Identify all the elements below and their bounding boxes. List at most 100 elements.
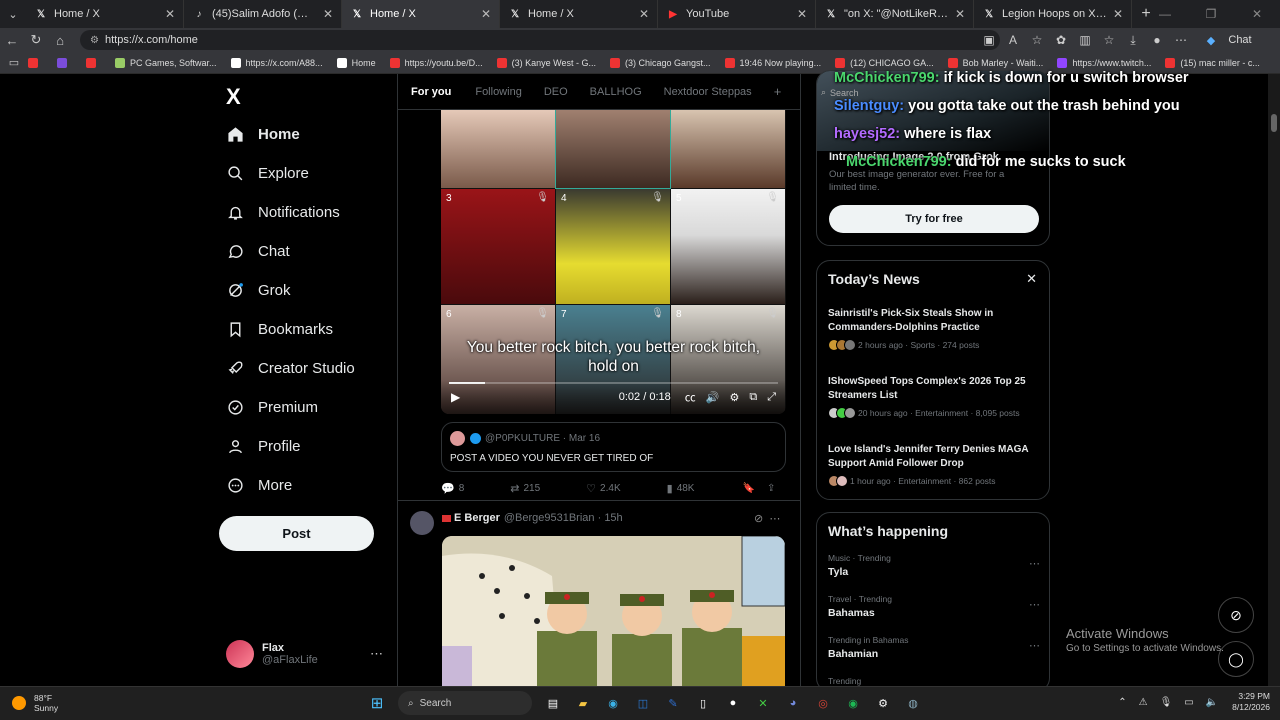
edge-browser-icon[interactable]: ◉	[602, 692, 624, 714]
browser-tab[interactable]: 𝕏 Legion Hoops on X: "Russell Westb... ✕	[974, 0, 1132, 28]
bookmark-item[interactable]: (12) CHICAGO GA...	[835, 57, 934, 68]
notepad-icon[interactable]: ▯	[692, 692, 714, 714]
mic-icon[interactable]: 🎙	[1160, 697, 1173, 708]
account-more-icon[interactable]: ⋯	[370, 646, 383, 662]
site-info-icon[interactable]: ⚙	[90, 35, 99, 46]
reply-button[interactable]: 💬 8	[441, 482, 464, 495]
close-icon[interactable]: ✕	[1026, 271, 1037, 287]
tab-deo[interactable]: DEO	[544, 86, 568, 98]
extensions-icon[interactable]: ✿	[1049, 33, 1073, 47]
account-switcher[interactable]: Flax @aFlaxLife	[226, 640, 318, 668]
trend-item[interactable]: Trending	[828, 676, 1040, 686]
captions-icon[interactable]: ㏄	[685, 389, 696, 405]
post-time[interactable]: · 15h	[598, 512, 623, 524]
reading-list-icon[interactable]: ▭	[0, 56, 28, 69]
clock[interactable]: 3:29 PM 8/12/2026	[1232, 691, 1270, 714]
nav-item-creator-studio[interactable]: Creator Studio	[226, 359, 355, 377]
avatar[interactable]	[410, 511, 434, 535]
author-handle[interactable]: @Berge9531Brian	[504, 512, 595, 524]
minimize-icon[interactable]: —	[1142, 7, 1188, 21]
app-icon[interactable]: ✎	[662, 692, 684, 714]
picture-in-picture-icon[interactable]: ⧉	[749, 391, 757, 404]
tab-for-you[interactable]: For you	[411, 86, 451, 98]
trend-more-icon[interactable]: ⋯	[1029, 598, 1040, 611]
nav-item-premium[interactable]: Premium	[226, 398, 318, 416]
bookmark-item[interactable]	[28, 57, 43, 68]
volume-icon[interactable]: 🔈	[1206, 697, 1218, 708]
steam-icon[interactable]: ◍	[902, 692, 924, 714]
like-button[interactable]: ♡ 2.4K	[586, 482, 620, 495]
obs-icon[interactable]: ●	[722, 692, 744, 714]
spotify-icon[interactable]: ◉	[842, 692, 864, 714]
trend-more-icon[interactable]: ⋯	[1029, 639, 1040, 652]
task-view-icon[interactable]: ▤	[542, 692, 564, 714]
author-name[interactable]: E Berger	[454, 512, 500, 524]
chrome-icon[interactable]: ◎	[812, 692, 834, 714]
news-item[interactable]: Sainristil's Pick-Six Steals Show in Com…	[828, 307, 1040, 351]
file-explorer-icon[interactable]: ▰	[572, 692, 594, 714]
browser-tab-active[interactable]: 𝕏 Home / X ✕	[342, 0, 500, 28]
nav-item-notifications[interactable]: Notifications	[226, 203, 340, 221]
browser-tab[interactable]: 𝕏 Home / X ✕	[26, 0, 184, 28]
trend-item[interactable]: Music · Trending Tyla ⋯	[828, 553, 1040, 578]
bookmark-item[interactable]: https://youtu.be/D...	[389, 57, 483, 68]
browser-tab[interactable]: 𝕏 Home / X ✕	[500, 0, 658, 28]
close-window-icon[interactable]: ✕	[1234, 7, 1280, 21]
favorites-icon[interactable]: ☆	[1097, 33, 1121, 47]
post-more-icon[interactable]: ⋯	[769, 513, 780, 525]
grok-post-icon[interactable]: ⊘	[754, 513, 763, 525]
search-bar[interactable]: ⌕ Search	[821, 87, 859, 98]
show-hidden-icons-icon[interactable]: ⌃	[1118, 697, 1126, 708]
xbox-icon[interactable]: ✕	[752, 692, 774, 714]
nav-item-explore[interactable]: Explore	[226, 164, 309, 182]
split-icon[interactable]: ▥	[1073, 33, 1097, 47]
downloads-icon[interactable]: ⤓	[1121, 33, 1145, 48]
outlook-icon[interactable]: ◫	[632, 692, 654, 714]
split-screen-icon[interactable]: ▣	[977, 33, 1001, 47]
nav-item-grok[interactable]: Grok	[226, 281, 291, 299]
bookmark-item[interactable]: https://x.com/A88...	[230, 57, 323, 68]
page-scrollbar[interactable]	[1268, 74, 1280, 686]
bookmark-item[interactable]: Home	[336, 57, 376, 68]
post-button[interactable]: Post	[219, 516, 374, 551]
read-aloud-icon[interactable]: A	[1001, 33, 1025, 47]
nav-item-more[interactable]: More	[226, 476, 292, 494]
add-tab-icon[interactable]: +	[774, 84, 782, 99]
bookmark-item[interactable]: Bob Marley - Waiti...	[947, 57, 1043, 68]
bookmark-item[interactable]: (15) mac miller - c...	[1165, 57, 1260, 68]
bookmark-item[interactable]	[57, 57, 72, 68]
bookmark-item[interactable]: (3) Chicago Gangst...	[610, 57, 711, 68]
tab-close-icon[interactable]: ✕	[955, 7, 965, 21]
weather-widget[interactable]: 88°F Sunny	[12, 693, 58, 713]
bookmark-item[interactable]: PC Games, Softwar...	[115, 57, 217, 68]
video-player[interactable]: 3 🎙 4 🎙 5 🎙 6 🎙 7 🎙 8 🎙 You better rock bitch,…	[441, 110, 786, 414]
news-item[interactable]: Love Island's Jennifer Terry Denies MAGA…	[828, 443, 1040, 487]
maximize-icon[interactable]: ❐	[1188, 7, 1234, 21]
post-media-image[interactable]	[442, 536, 785, 686]
refresh-icon[interactable]: ↻	[24, 32, 48, 48]
back-icon[interactable]: ←	[0, 33, 24, 48]
scrollbar-thumb[interactable]	[1271, 114, 1277, 132]
discord-icon[interactable]: ◕	[782, 692, 804, 714]
nav-item-bookmarks[interactable]: Bookmarks	[226, 320, 333, 338]
security-icon[interactable]: ⚠	[1139, 697, 1148, 708]
copilot-chat-button[interactable]: ◆ Chat	[1199, 34, 1252, 47]
browser-tab[interactable]: ▶ YouTube ✕	[658, 0, 816, 28]
bookmark-item[interactable]: https://www.twitch...	[1057, 57, 1151, 68]
fullscreen-icon[interactable]: ⤢	[767, 391, 776, 404]
home-browser-icon[interactable]: ⌂	[48, 33, 72, 48]
bookmark-item[interactable]: (3) Kanye West - G...	[496, 57, 596, 68]
tab-following[interactable]: Following	[475, 86, 521, 98]
favorite-star-icon[interactable]: ☆	[1025, 33, 1049, 47]
play-icon[interactable]: ▶	[451, 390, 460, 404]
bookmark-post-icon[interactable]: 🔖	[742, 483, 754, 494]
tab-close-icon[interactable]: ✕	[481, 7, 491, 21]
tab-ballhog[interactable]: BALLHOG	[590, 86, 642, 98]
taskbar-search[interactable]: ⌕ Search	[398, 691, 532, 715]
share-icon[interactable]: ⇪	[767, 483, 775, 494]
views-button[interactable]: ▮ 48K	[667, 482, 695, 495]
browser-tab[interactable]: 𝕏 "on X: "@NotLikeRuss Everyone li... ✕	[816, 0, 974, 28]
repost-button[interactable]: ⇄ 215	[510, 482, 540, 495]
settings-icon[interactable]: ⚙	[872, 692, 894, 714]
network-icon[interactable]: ▭	[1184, 697, 1193, 708]
